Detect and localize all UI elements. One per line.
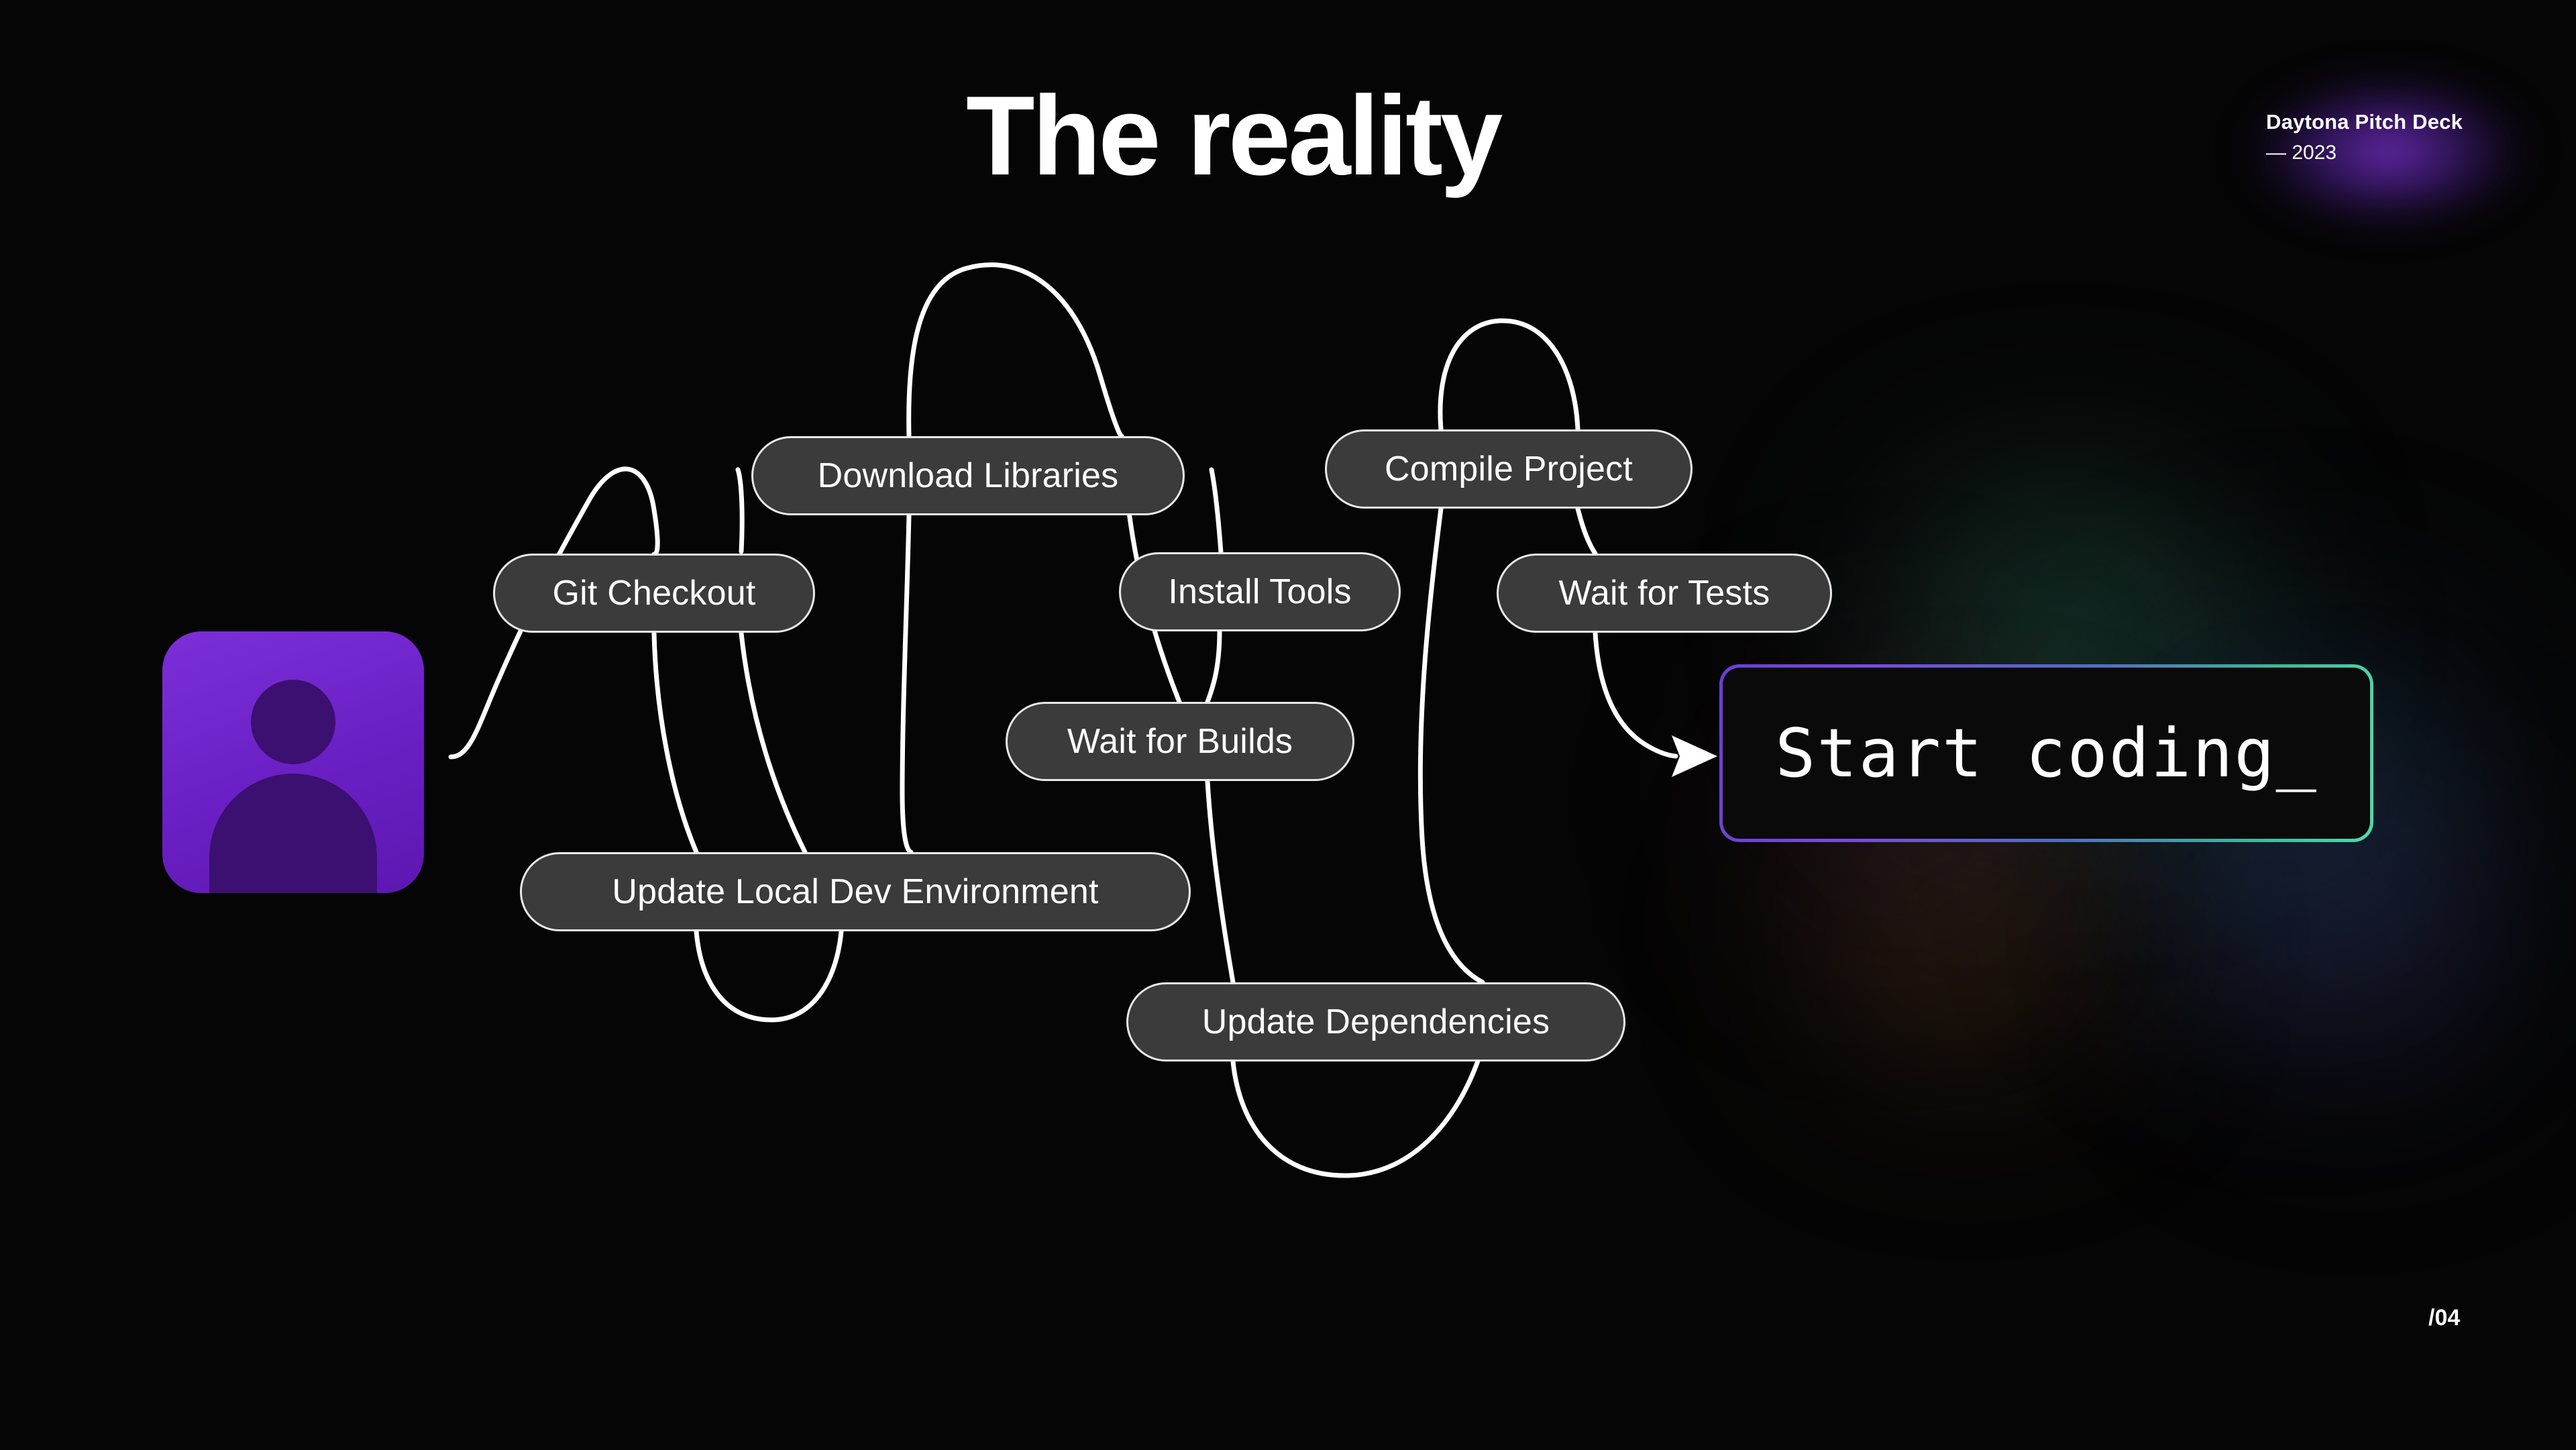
path-tests-to-terminal (1593, 630, 1678, 759)
terminal-box[interactable]: Start coding_ (1719, 664, 2373, 842)
path-compile-top-loop (1438, 318, 1580, 432)
person-icon-body (209, 774, 377, 893)
arrow-right-icon (1672, 735, 1717, 777)
terminal-text: Start coding_ (1775, 714, 2318, 792)
flow-node-download-libraries[interactable]: Download Libraries (751, 436, 1185, 515)
path-git2-to-update-dev (739, 631, 808, 855)
flow-node-compile-project[interactable]: Compile Project (1325, 429, 1693, 509)
flow-node-wait-for-builds[interactable]: Wait for Builds (1006, 702, 1354, 781)
path-git-to-update-dev (651, 631, 699, 855)
path-builds-down (1205, 778, 1236, 985)
path-download-top-loop (906, 262, 1124, 439)
person-icon-head (251, 680, 335, 764)
flow-node-update-local-dev[interactable]: Update Local Dev Environment (520, 852, 1191, 931)
path-git-top-right (735, 467, 745, 554)
avatar (162, 631, 424, 893)
flow-node-install-tools[interactable]: Install Tools (1119, 552, 1401, 631)
path-compile-left-down (1417, 506, 1485, 985)
path-download-down (900, 513, 914, 855)
path-compile-to-tests (1575, 506, 1598, 556)
page-number: /04 (2428, 1305, 2461, 1331)
path-install-to-builds (1205, 629, 1222, 705)
path-install-tools-top (1209, 467, 1224, 555)
presentation-slide: The reality Daytona Pitch Deck — 2023 Gi… (0, 0, 2576, 1450)
flow-node-update-dependencies[interactable]: Update Dependencies (1126, 982, 1625, 1061)
path-update-dev-bottom-loop (694, 929, 844, 1023)
terminal-inner: Start coding_ (1726, 671, 2367, 835)
flow-node-git-checkout[interactable]: Git Checkout (493, 554, 815, 633)
flow-node-wait-for-tests[interactable]: Wait for Tests (1497, 554, 1832, 633)
